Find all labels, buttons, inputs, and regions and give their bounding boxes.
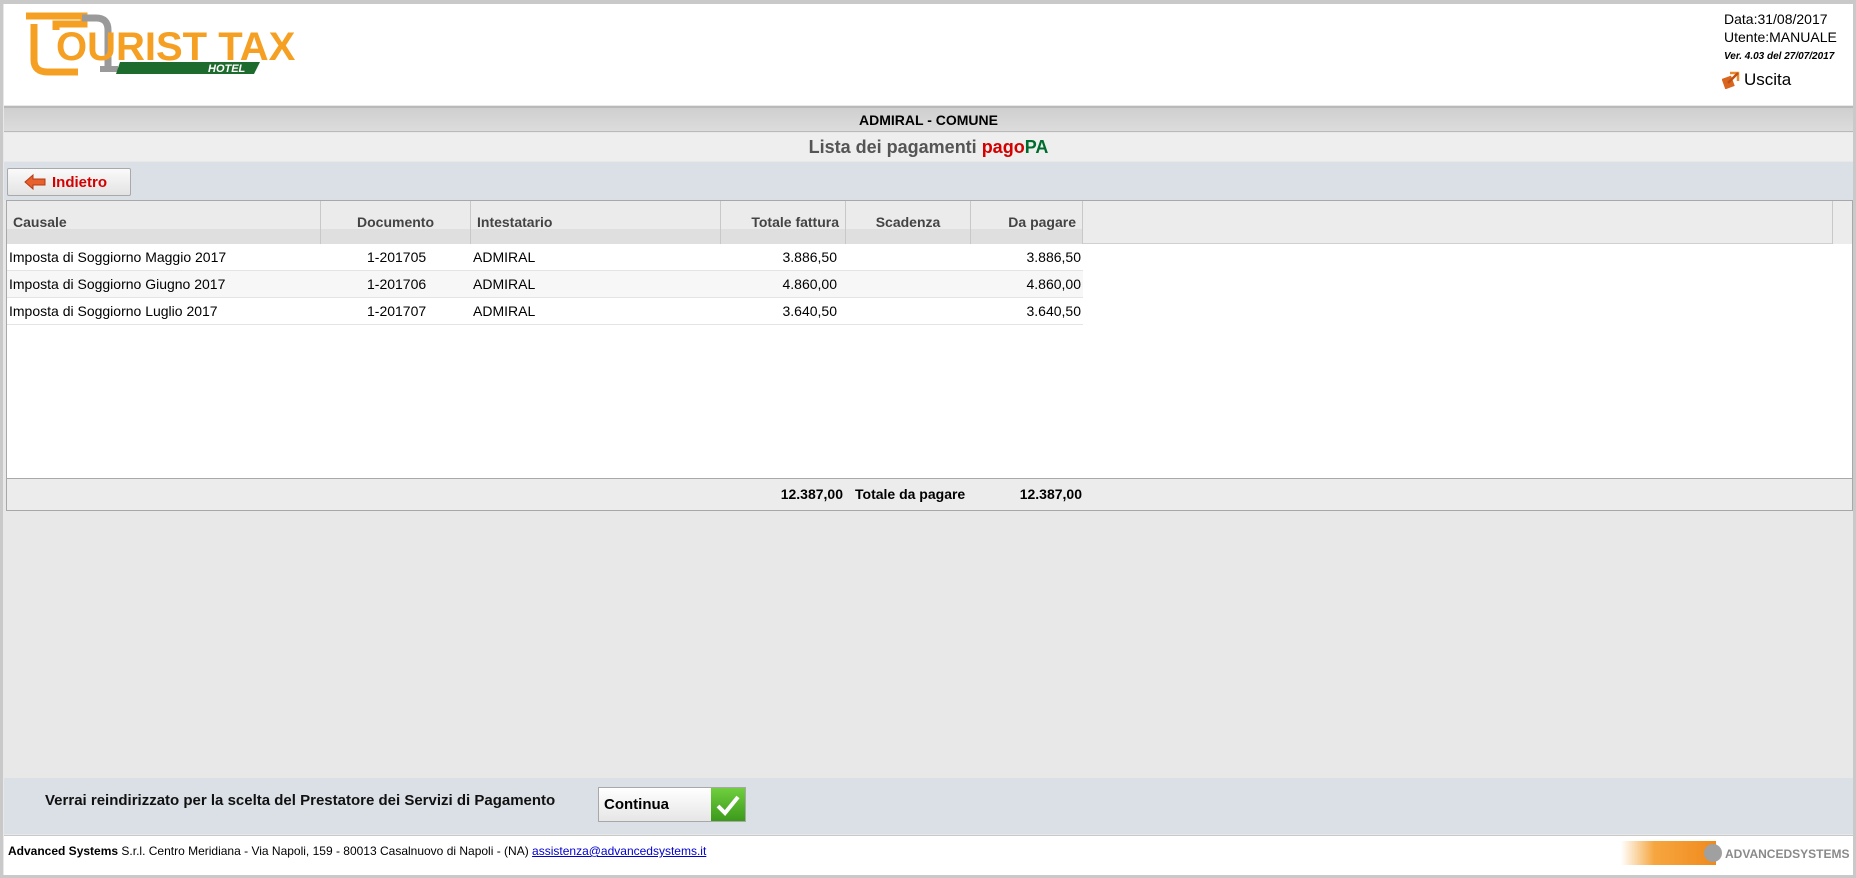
cell-intestatario: ADMIRAL xyxy=(473,303,536,319)
cell-documento: 1-201706 xyxy=(367,276,427,292)
column-header-causale[interactable]: Causale xyxy=(7,201,321,244)
toolbar: Indietro xyxy=(4,162,1853,200)
column-header-documento[interactable]: Documento xyxy=(321,201,471,244)
table-summary: 12.387,00 Totale da pagare 12.387,00 xyxy=(7,478,1852,510)
table-row[interactable]: Imposta di Soggiorno Luglio 2017 1-20170… xyxy=(7,298,1083,325)
table-row[interactable]: Imposta di Soggiorno Giugno 2017 1-20170… xyxy=(7,271,1083,298)
back-label: Indietro xyxy=(52,173,107,191)
table-row[interactable]: Imposta di Soggiorno Maggio 2017 1-20170… xyxy=(7,244,1083,271)
back-button[interactable]: Indietro xyxy=(7,168,131,196)
cell-intestatario: ADMIRAL xyxy=(473,249,536,265)
continue-button[interactable]: Continua xyxy=(598,787,746,822)
column-header-da-pagare[interactable]: Da pagare xyxy=(971,201,1083,244)
cell-documento: 1-201705 xyxy=(367,249,427,265)
table-header: Causale Documento Intestatario Totale fa… xyxy=(7,201,1852,244)
session-info: Data:31/08/2017 Utente:MANUALE Ver. 4.03… xyxy=(1724,10,1837,66)
cell-causale: Imposta di Soggiorno Maggio 2017 xyxy=(9,249,227,265)
cell-totale: 3.640,50 xyxy=(782,303,838,319)
column-header-scadenza[interactable]: Scadenza xyxy=(846,201,971,244)
payments-table: Causale Documento Intestatario Totale fa… xyxy=(6,200,1853,511)
column-header-intestatario[interactable]: Intestatario xyxy=(471,201,721,244)
page-subtitle: Lista dei pagamenti pagoPA xyxy=(4,133,1853,161)
support-email-link[interactable]: assistenza@advancedsystems.it xyxy=(532,844,706,858)
footer-text: Advanced Systems S.r.l. Centro Meridiana… xyxy=(8,844,706,858)
logo-sub-text: HOTEL xyxy=(208,63,246,75)
header: OURIST TAX HOTEL Data:31/08/2017 Utente:… xyxy=(4,4,1853,105)
company-name: Advanced Systems xyxy=(8,844,119,858)
cell-documento: 1-201707 xyxy=(367,303,427,319)
cell-causale: Imposta di Soggiorno Luglio 2017 xyxy=(9,303,218,319)
tourist-tax-logo: OURIST TAX HOTEL xyxy=(26,12,296,76)
advanced-systems-logo-text: ADVANCEDSYSTEMS xyxy=(1725,847,1849,861)
summary-totale-fattura: 12.387,00 xyxy=(780,486,843,502)
cell-da-pagare: 4.860,00 xyxy=(1026,276,1082,292)
cell-da-pagare: 3.640,50 xyxy=(1026,303,1082,319)
advanced-systems-logo: ADVANCEDSYSTEMS xyxy=(1621,841,1849,865)
cell-totale: 4.860,00 xyxy=(782,276,838,292)
back-arrow-icon xyxy=(24,174,46,190)
pago-text: pago xyxy=(981,137,1025,157)
cell-da-pagare: 3.886,50 xyxy=(1026,249,1082,265)
continue-label: Continua xyxy=(604,796,669,813)
user-label: Utente:MANUALE xyxy=(1724,29,1837,45)
cell-causale: Imposta di Soggiorno Giugno 2017 xyxy=(9,276,226,292)
action-bar: Verrai reindirizzato per la scelta del P… xyxy=(4,778,1853,834)
logout-label: Uscita xyxy=(1744,70,1792,89)
footer: Advanced Systems S.r.l. Centro Meridiana… xyxy=(4,835,1853,875)
company-address: S.r.l. Centro Meridiana - Via Napoli, 15… xyxy=(118,844,533,858)
date-label: Data:31/08/2017 xyxy=(1724,11,1828,27)
page-title: ADMIRAL - COMUNE xyxy=(4,106,1853,132)
checkmark-icon xyxy=(711,788,745,821)
redirect-message: Verrai reindirizzato per la scelta del P… xyxy=(45,792,556,809)
column-header-totale-fattura[interactable]: Totale fattura xyxy=(721,201,846,244)
cell-intestatario: ADMIRAL xyxy=(473,276,536,292)
summary-da-pagare: 12.387,00 xyxy=(1019,486,1082,502)
pa-text: PA xyxy=(1024,137,1049,157)
cell-totale: 3.886,50 xyxy=(782,249,838,265)
scrollbar-corner xyxy=(1832,201,1852,244)
summary-label: Totale da pagare xyxy=(855,486,966,502)
subtitle-prefix: Lista dei pagamenti xyxy=(808,137,982,157)
version-label: Ver. 4.03 del 27/07/2017 xyxy=(1724,51,1835,62)
logout-button[interactable]: Uscita xyxy=(1722,70,1791,90)
logout-icon xyxy=(1722,71,1740,89)
